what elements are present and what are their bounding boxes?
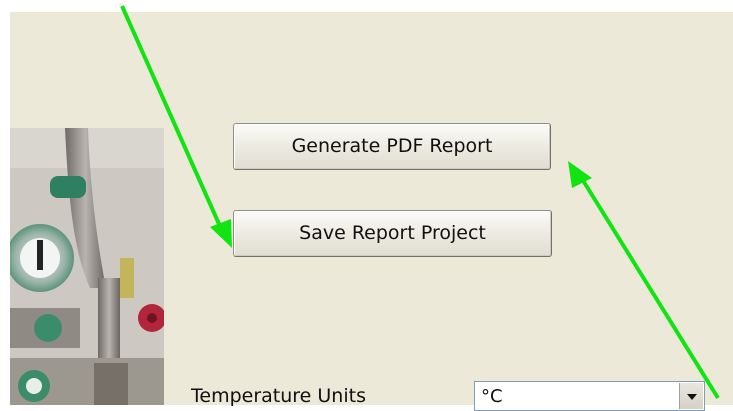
temperature-units-label: Temperature Units — [191, 385, 366, 407]
photo-image — [10, 128, 164, 405]
generate-pdf-report-button[interactable]: Generate PDF Report — [233, 123, 551, 170]
save-report-project-button[interactable]: Save Report Project — [233, 210, 552, 257]
temperature-units-value: °C — [481, 386, 503, 407]
thumbnail-photo — [10, 128, 164, 405]
chevron-down-icon[interactable] — [679, 383, 703, 409]
temperature-units-select[interactable]: °C — [474, 381, 705, 411]
